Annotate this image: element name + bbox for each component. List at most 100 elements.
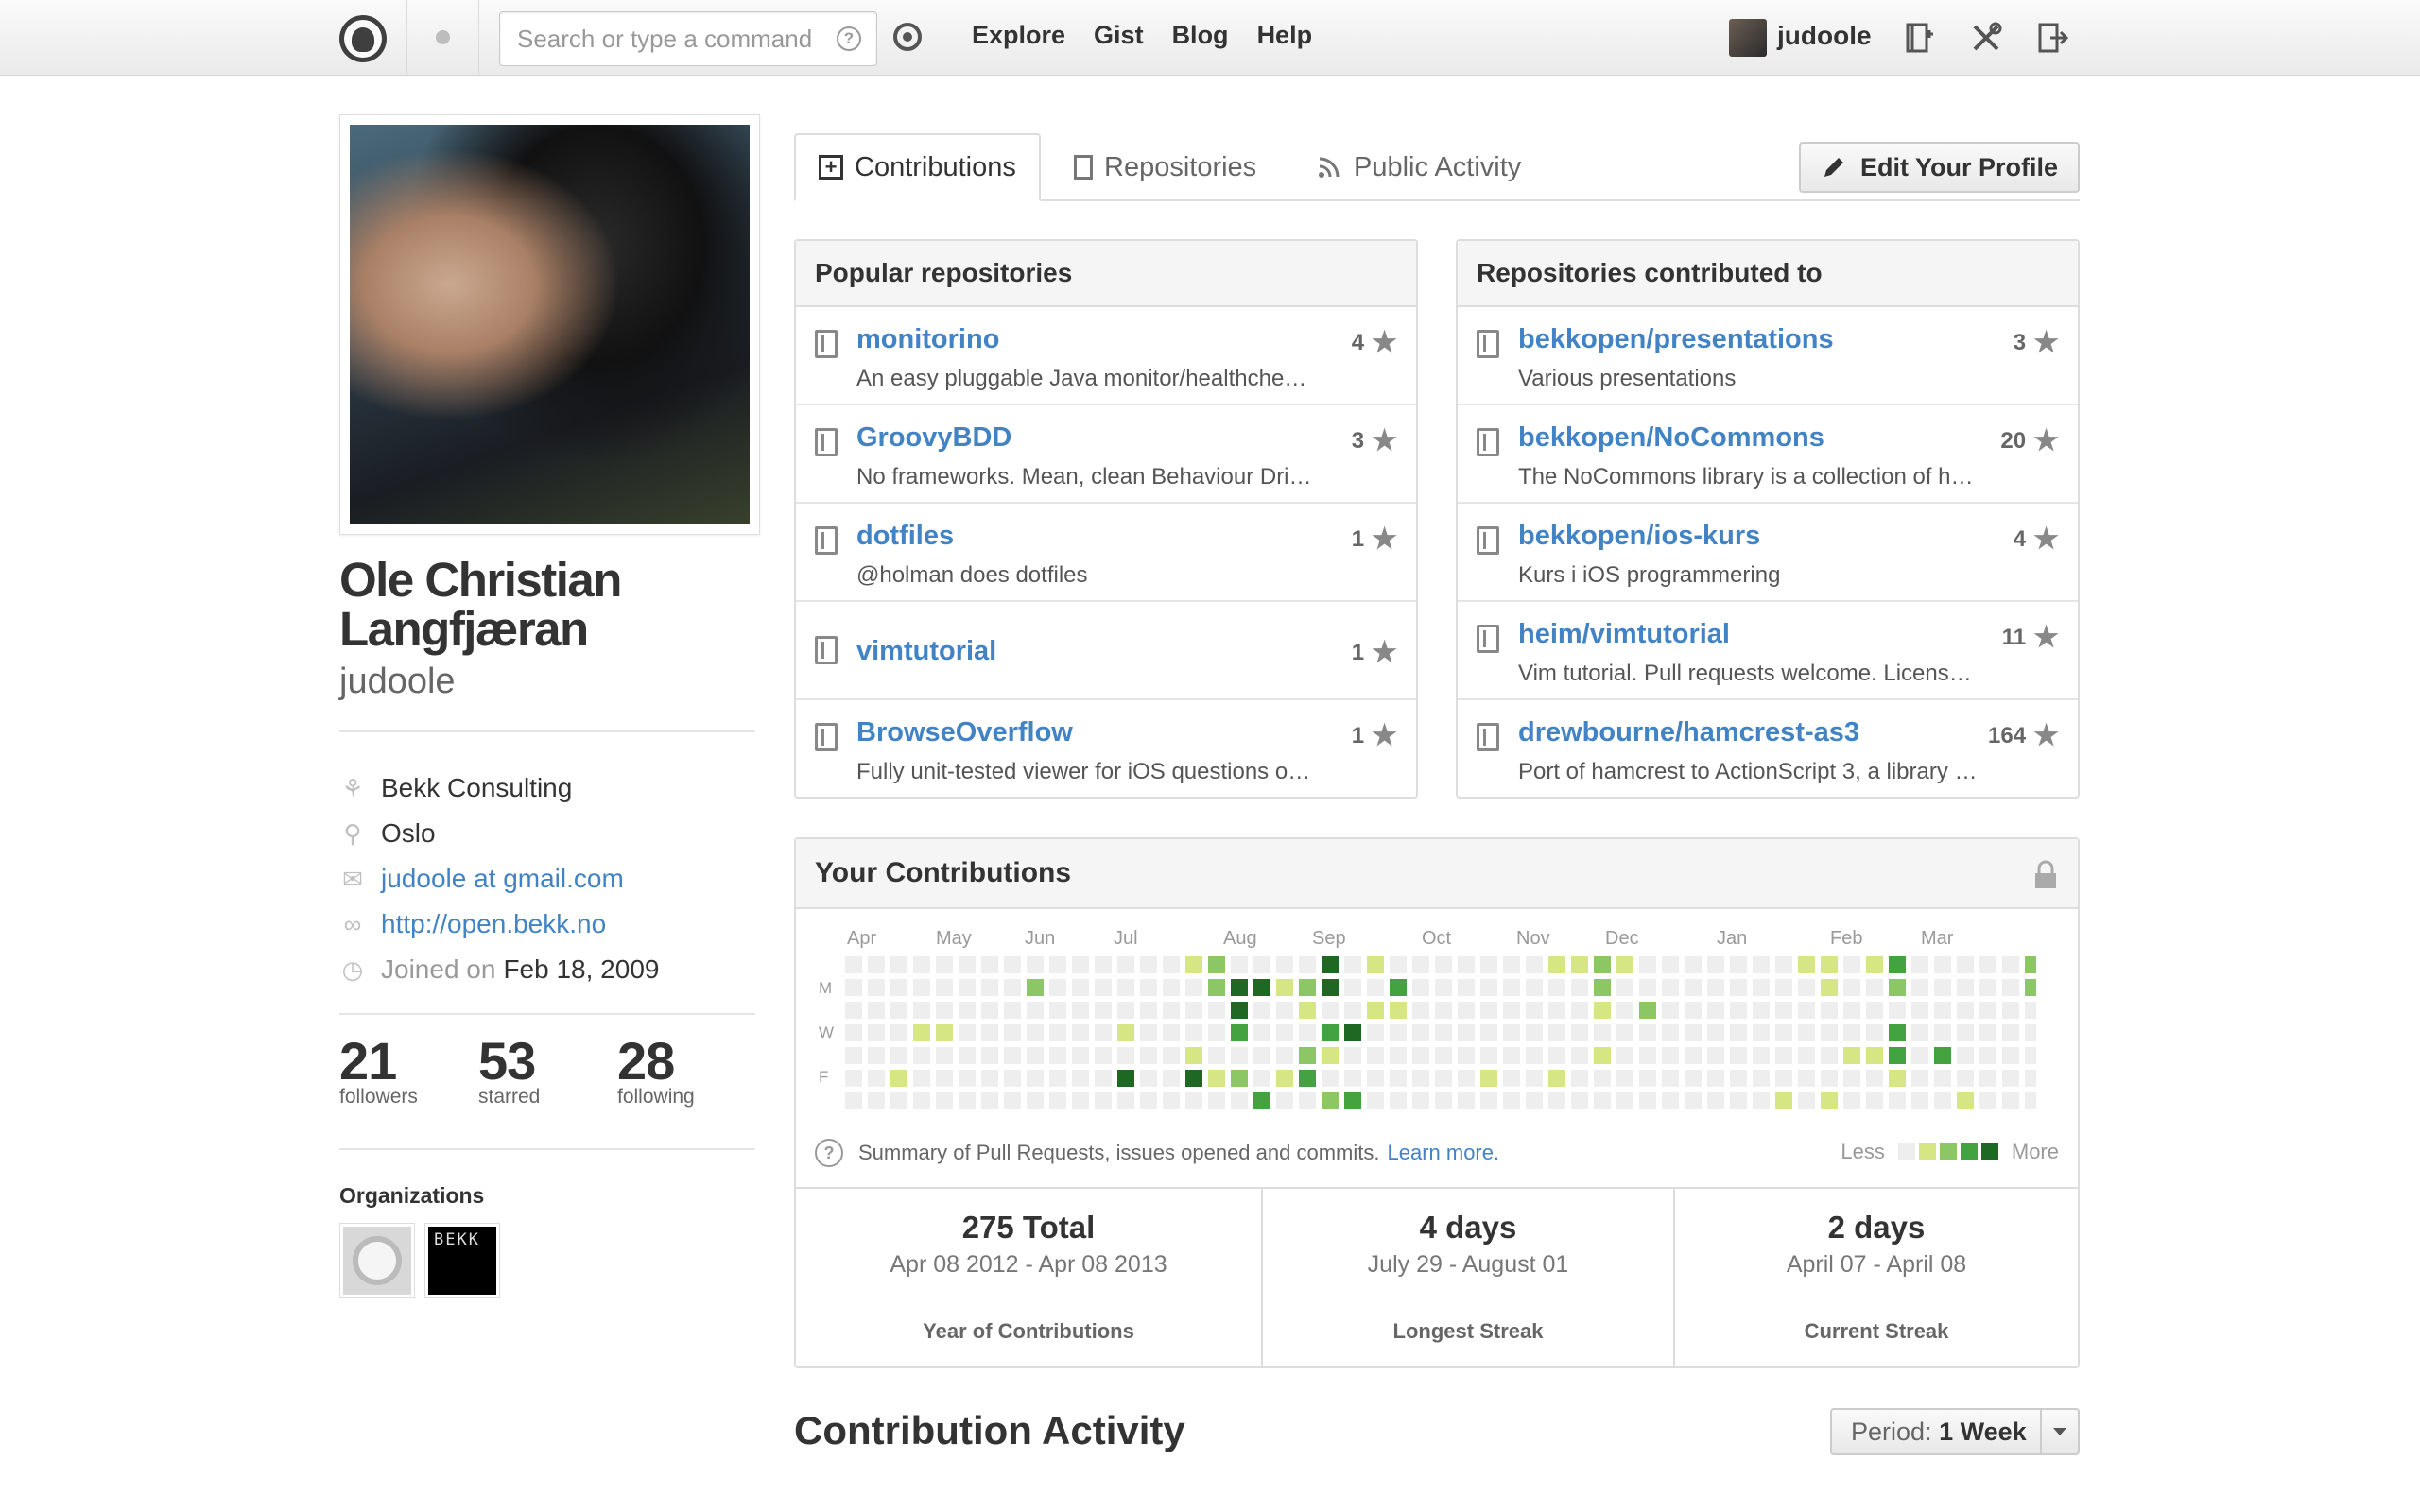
calendar-day-cell[interactable]	[1276, 1070, 1293, 1087]
repo-name[interactable]: monitorino	[856, 324, 999, 355]
calendar-day-cell[interactable]	[1707, 1047, 1724, 1064]
calendar-day-cell[interactable]	[1594, 1047, 1611, 1064]
calendar-day-cell[interactable]	[1344, 1092, 1361, 1109]
repo-item[interactable]: vimtutorial 1 ★	[796, 602, 1416, 700]
calendar-day-cell[interactable]	[1480, 956, 1497, 973]
calendar-day-cell[interactable]	[1072, 1024, 1089, 1041]
calendar-day-cell[interactable]	[1322, 1002, 1339, 1019]
calendar-day-cell[interactable]	[959, 979, 976, 996]
calendar-day-cell[interactable]	[1866, 1024, 1883, 1041]
calendar-day-cell[interactable]	[1435, 979, 1452, 996]
nav-help[interactable]: Help	[1257, 21, 1313, 50]
calendar-day-cell[interactable]	[1548, 1024, 1565, 1041]
calendar-day-cell[interactable]	[1685, 1070, 1702, 1087]
calendar-day-cell[interactable]	[1662, 1047, 1679, 1064]
calendar-day-cell[interactable]	[1322, 1070, 1339, 1087]
calendar-day-cell[interactable]	[1616, 1047, 1634, 1064]
calendar-day-cell[interactable]	[1344, 1024, 1361, 1041]
calendar-day-cell[interactable]	[1435, 1070, 1452, 1087]
website-link[interactable]: http://open.bekk.no	[381, 909, 606, 939]
calendar-day-cell[interactable]	[1117, 956, 1134, 973]
nav-gist[interactable]: Gist	[1094, 21, 1144, 50]
calendar-day-cell[interactable]	[1435, 1092, 1452, 1109]
calendar-day-cell[interactable]	[890, 979, 908, 996]
calendar-day-cell[interactable]	[2025, 1002, 2036, 1019]
calendar-day-cell[interactable]	[1185, 1002, 1202, 1019]
calendar-day-cell[interactable]	[1140, 1092, 1157, 1109]
calendar-day-cell[interactable]	[1253, 1024, 1270, 1041]
tab-repositories[interactable]: Repositories	[1051, 133, 1279, 201]
calendar-day-cell[interactable]	[1685, 1047, 1702, 1064]
repo-name[interactable]: heim/vimtutorial	[1518, 619, 1730, 650]
calendar-day-cell[interactable]	[1662, 1092, 1679, 1109]
calendar-day-cell[interactable]	[1231, 1047, 1248, 1064]
calendar-day-cell[interactable]	[1934, 1047, 1951, 1064]
calendar-day-cell[interactable]	[1027, 1024, 1044, 1041]
sign-out-icon[interactable]	[2035, 21, 2069, 55]
calendar-day-cell[interactable]	[1526, 1047, 1543, 1064]
calendar-day-cell[interactable]	[1140, 1047, 1157, 1064]
calendar-day-cell[interactable]	[1458, 956, 1475, 973]
calendar-day-cell[interactable]	[1821, 979, 1838, 996]
calendar-day-cell[interactable]	[1753, 979, 1770, 996]
calendar-day-cell[interactable]	[1979, 1024, 1996, 1041]
repo-name[interactable]: bekkopen/NoCommons	[1518, 422, 1824, 454]
calendar-day-cell[interactable]	[1821, 1070, 1838, 1087]
calendar-day-cell[interactable]	[1095, 1002, 1112, 1019]
calendar-day-cell[interactable]	[1344, 979, 1361, 996]
calendar-day-cell[interactable]	[1798, 956, 1815, 973]
calendar-day-cell[interactable]	[1299, 979, 1316, 996]
calendar-day-cell[interactable]	[959, 1002, 976, 1019]
calendar-day-cell[interactable]	[1367, 1047, 1384, 1064]
calendar-day-cell[interactable]	[890, 1002, 908, 1019]
calendar-day-cell[interactable]	[868, 1047, 885, 1064]
calendar-day-cell[interactable]	[1843, 956, 1860, 973]
calendar-day-cell[interactable]	[1707, 1070, 1724, 1087]
calendar-day-cell[interactable]	[1458, 979, 1475, 996]
calendar-day-cell[interactable]	[1571, 1070, 1588, 1087]
edit-profile-button[interactable]: Edit Your Profile	[1799, 142, 2080, 193]
calendar-day-cell[interactable]	[1957, 979, 1974, 996]
calendar-day-cell[interactable]	[1072, 956, 1089, 973]
calendar-day-cell[interactable]	[936, 1070, 953, 1087]
calendar-day-cell[interactable]	[1140, 1024, 1157, 1041]
calendar-day-cell[interactable]	[1367, 1024, 1384, 1041]
calendar-day-cell[interactable]	[890, 1024, 908, 1041]
gear-icon[interactable]	[893, 23, 922, 51]
calendar-day-cell[interactable]	[1253, 1070, 1270, 1087]
calendar-day-cell[interactable]	[1004, 1092, 1021, 1109]
calendar-day-cell[interactable]	[1594, 1070, 1611, 1087]
calendar-day-cell[interactable]	[1049, 1092, 1066, 1109]
calendar-day-cell[interactable]	[1322, 1092, 1339, 1109]
calendar-day-cell[interactable]	[1276, 1047, 1293, 1064]
calendar-day-cell[interactable]	[1911, 979, 1928, 996]
calendar-day-cell[interactable]	[1004, 1002, 1021, 1019]
calendar-day-cell[interactable]	[1185, 1070, 1202, 1087]
calendar-day-cell[interactable]	[1707, 1092, 1724, 1109]
calendar-day-cell[interactable]	[1299, 956, 1316, 973]
calendar-day-cell[interactable]	[1979, 956, 1996, 973]
search-input[interactable]	[500, 12, 812, 65]
calendar-day-cell[interactable]	[2025, 979, 2036, 996]
calendar-day-cell[interactable]	[2002, 1092, 2019, 1109]
calendar-day-cell[interactable]	[1231, 1070, 1248, 1087]
calendar-day-cell[interactable]	[1548, 1092, 1565, 1109]
calendar-day-cell[interactable]	[2002, 979, 2019, 996]
calendar-day-cell[interactable]	[1253, 1092, 1270, 1109]
calendar-day-cell[interactable]	[1072, 1070, 1089, 1087]
calendar-day-cell[interactable]	[1253, 1047, 1270, 1064]
calendar-day-cell[interactable]	[1594, 1002, 1611, 1019]
calendar-day-cell[interactable]	[913, 1047, 930, 1064]
calendar-day-cell[interactable]	[1208, 1002, 1225, 1019]
calendar-day-cell[interactable]	[1775, 956, 1792, 973]
calendar-day-cell[interactable]	[2025, 1070, 2036, 1087]
repo-item[interactable]: heim/vimtutorial Vim tutorial. Pull requ…	[1458, 602, 2078, 700]
calendar-day-cell[interactable]	[913, 1024, 930, 1041]
calendar-day-cell[interactable]	[1934, 1092, 1951, 1109]
calendar-day-cell[interactable]	[1730, 979, 1747, 996]
calendar-day-cell[interactable]	[1526, 1070, 1543, 1087]
calendar-day-cell[interactable]	[1639, 979, 1656, 996]
calendar-day-cell[interactable]	[868, 1070, 885, 1087]
calendar-day-cell[interactable]	[1095, 1070, 1112, 1087]
calendar-day-cell[interactable]	[1435, 956, 1452, 973]
